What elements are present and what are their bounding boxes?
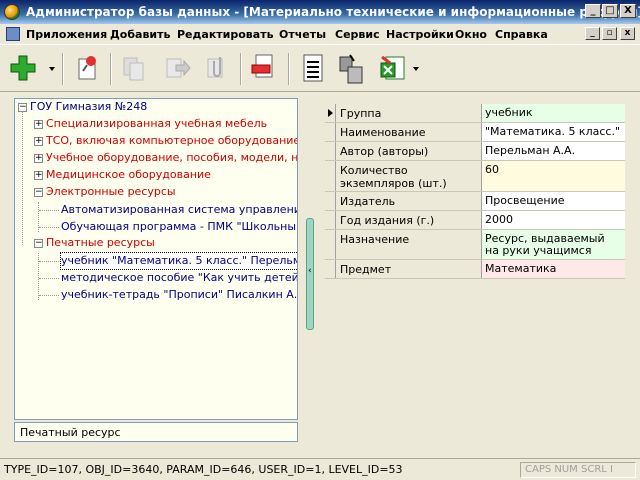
add-icon[interactable]	[8, 51, 38, 85]
property-value[interactable]: 2000	[482, 211, 625, 229]
keyboard-indicators: CAPS NUM SCRL I	[520, 462, 636, 478]
mdi-restore-button[interactable]: ▫	[602, 27, 617, 40]
minimize-button[interactable]: _	[585, 4, 601, 18]
expand-icon[interactable]: +	[34, 137, 43, 146]
attach-icon[interactable]	[202, 51, 232, 85]
property-row[interactable]: Предмет Математика	[325, 260, 625, 279]
close-button[interactable]: X	[620, 4, 636, 18]
property-value[interactable]: 60	[482, 161, 625, 191]
expand-icon[interactable]: +	[34, 154, 43, 163]
property-row[interactable]: Издатель Просвещение	[325, 192, 625, 211]
title-bar: Администратор базы данных - [Материально…	[0, 0, 640, 24]
tree-leaf[interactable]: учебник-тетрадь "Прописи" Писалкин А.Ф.	[61, 287, 297, 303]
tree-status: Печатный ресурс	[14, 422, 298, 442]
menu-applications[interactable]: Приложения	[26, 28, 107, 41]
expand-icon[interactable]: +	[34, 120, 43, 129]
tree-leaf[interactable]: Обучающая программа - ПМК "Школьный нас	[61, 219, 297, 235]
tree-root[interactable]: ГОУ Гимназия №248	[30, 99, 147, 115]
tree-node[interactable]: Учебное оборудование, пособия, модели, н…	[46, 150, 297, 166]
tree-node[interactable]: Электронные ресурсы	[46, 184, 176, 200]
tree-leaf-selected[interactable]: учебник "Математика. 5 класс." Перельман…	[59, 252, 297, 270]
mdi-close-button[interactable]: x	[620, 27, 635, 40]
status-ids: TYPE_ID=107, OBJ_ID=3640, PARAM_ID=646, …	[4, 463, 403, 476]
collapse-icon[interactable]: −	[18, 103, 27, 112]
tools-icon[interactable]	[336, 51, 366, 85]
property-key: Год издания (г.)	[337, 211, 482, 229]
app-icon	[4, 4, 20, 20]
tree-node[interactable]: ТСО, включая компьютерное оборудование	[46, 133, 297, 149]
tree-node[interactable]: Специализированная учебная мебель	[46, 116, 267, 132]
copy-icon[interactable]	[118, 51, 148, 85]
menu-window[interactable]: Окно	[455, 28, 487, 41]
remove-icon[interactable]	[248, 51, 278, 85]
toolbar	[0, 44, 640, 92]
report-icon[interactable]	[298, 51, 328, 85]
expand-icon[interactable]: +	[34, 171, 43, 180]
property-value[interactable]: Просвещение	[482, 192, 625, 210]
collapse-arrow-icon[interactable]: ‹	[308, 266, 312, 276]
property-key: Предмет	[337, 260, 482, 278]
export-dropdown-arrow-icon[interactable]	[413, 67, 419, 71]
resource-tree[interactable]: − ГОУ Гимназия №248 + Специализированная…	[14, 98, 298, 420]
menu-help[interactable]: Справка	[495, 28, 548, 41]
property-value[interactable]: Ресурс, выдаваемый на руки учащимся	[482, 230, 625, 259]
property-row[interactable]: Автор (авторы) Перельман А.А.	[325, 142, 625, 161]
mdi-minimize-button[interactable]: _	[585, 27, 600, 40]
collapse-icon[interactable]: −	[34, 239, 43, 248]
menu-reports[interactable]: Отчеты	[279, 28, 326, 41]
menu-edit[interactable]: Редактировать	[177, 28, 274, 41]
collapse-icon[interactable]: −	[34, 188, 43, 197]
current-row-icon	[328, 109, 333, 117]
property-key: Наименование	[337, 123, 482, 141]
maximize-button[interactable]: □	[602, 4, 618, 18]
tree-leaf[interactable]: методическое пособие "Как учить детей ма…	[61, 270, 297, 286]
property-value[interactable]: учебник	[482, 104, 625, 122]
property-row[interactable]: Группа учебник	[325, 104, 625, 123]
add-dropdown-arrow-icon[interactable]	[49, 67, 55, 71]
excel-icon[interactable]	[378, 51, 408, 85]
menu-settings[interactable]: Настройки	[386, 28, 454, 41]
property-row[interactable]: Назначение Ресурс, выдаваемый на руки уч…	[325, 230, 625, 260]
menu-service[interactable]: Сервис	[335, 28, 380, 41]
pin-icon[interactable]	[72, 51, 102, 85]
menu-bar: Приложения Добавить Редактировать Отчеты…	[0, 24, 640, 44]
property-value[interactable]: Перельман А.А.	[482, 142, 625, 160]
status-bar: TYPE_ID=107, OBJ_ID=3640, PARAM_ID=646, …	[0, 458, 640, 480]
document-icon[interactable]	[6, 27, 20, 41]
menu-add[interactable]: Добавить	[110, 28, 170, 41]
property-row[interactable]: Год издания (г.) 2000	[325, 211, 625, 230]
property-key: Издатель	[337, 192, 482, 210]
property-row[interactable]: Наименование "Математика. 5 класс."	[325, 123, 625, 142]
property-value[interactable]: "Математика. 5 класс."	[482, 123, 625, 141]
property-value[interactable]: Математика	[482, 260, 625, 278]
property-key: Автор (авторы)	[337, 142, 482, 160]
tree-leaf[interactable]: Автоматизированная система управления об…	[61, 202, 297, 218]
tree-node[interactable]: Медицинское оборудование	[46, 167, 211, 183]
property-row[interactable]: Количество экземпляров (шт.) 60	[325, 161, 625, 192]
window-title: Администратор базы данных - [Материально…	[26, 5, 640, 19]
move-icon[interactable]	[162, 51, 192, 85]
tree-node[interactable]: Печатные ресурсы	[46, 235, 155, 251]
property-key: Назначение	[337, 230, 482, 259]
property-key: Количество экземпляров (шт.)	[337, 161, 482, 191]
property-key: Группа	[337, 104, 482, 122]
